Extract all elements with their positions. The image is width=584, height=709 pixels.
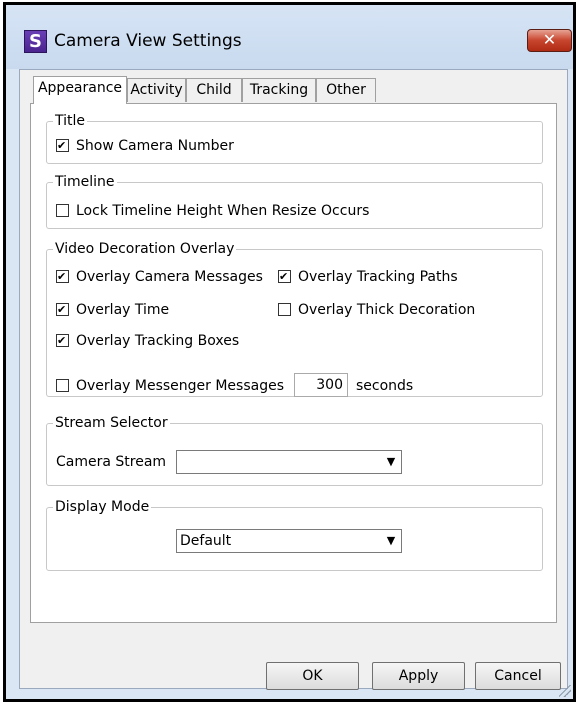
timeline-group: Timeline Lock Timeline Height When Resiz… [46, 173, 543, 229]
dialog-client-area: Appearance Activity Child Tracking Other… [19, 69, 568, 690]
close-button[interactable]: ✕ [527, 29, 572, 52]
overlay-camera-messages-label: Overlay Camera Messages [76, 269, 263, 285]
overlay-tracking-paths-label: Overlay Tracking Paths [298, 269, 458, 285]
checkbox-checked-icon [56, 303, 69, 316]
overlay-thick-decoration-label: Overlay Thick Decoration [298, 302, 476, 318]
checkbox-unchecked-icon [56, 204, 69, 217]
checkbox-unchecked-icon [278, 303, 291, 316]
overlay-camera-messages-checkbox[interactable]: Overlay Camera Messages [56, 268, 263, 286]
window-title: Camera View Settings [54, 31, 242, 51]
video-overlay-group-label: Video Decoration Overlay [53, 240, 237, 258]
overlay-time-checkbox[interactable]: Overlay Time [56, 301, 169, 319]
cancel-button[interactable]: Cancel [475, 662, 561, 690]
camera-stream-label: Camera Stream [56, 454, 167, 470]
display-mode-value: Default [180, 533, 232, 549]
tab-appearance[interactable]: Appearance [33, 76, 127, 104]
chevron-down-icon: ▼ [386, 455, 396, 468]
lock-timeline-checkbox[interactable]: Lock Timeline Height When Resize Occurs [56, 202, 369, 220]
checkbox-checked-icon [56, 139, 69, 152]
lock-timeline-label: Lock Timeline Height When Resize Occurs [76, 203, 370, 219]
tab-child[interactable]: Child [186, 78, 242, 102]
messenger-seconds-input[interactable]: 300 [294, 373, 348, 397]
overlay-time-label: Overlay Time [76, 302, 170, 318]
tab-label: Tracking [249, 82, 309, 98]
seconds-label: seconds [356, 378, 414, 394]
tab-tracking[interactable]: Tracking [242, 78, 316, 102]
overlay-thick-decoration-checkbox[interactable]: Overlay Thick Decoration [278, 301, 475, 319]
overlay-tracking-boxes-checkbox[interactable]: Overlay Tracking Boxes [56, 332, 239, 350]
display-mode-group: Display Mode Default ▼ [46, 498, 543, 571]
tab-label: Other [326, 82, 366, 98]
checkbox-checked-icon [56, 270, 69, 283]
checkbox-unchecked-icon [56, 379, 69, 392]
tab-other[interactable]: Other [316, 78, 376, 102]
display-mode-group-label: Display Mode [53, 498, 152, 516]
stream-selector-group: Stream Selector Camera Stream ▼ [46, 414, 543, 486]
display-mode-select[interactable]: Default ▼ [176, 529, 402, 553]
checkbox-checked-icon [278, 270, 291, 283]
close-icon: ✕ [542, 30, 557, 49]
overlay-messenger-messages-label: Overlay Messenger Messages [76, 378, 285, 394]
tab-label: Child [196, 82, 232, 98]
stream-selector-group-label: Stream Selector [53, 414, 170, 432]
tab-activity[interactable]: Activity [127, 78, 186, 102]
dialog-window: S Camera View Settings ✕ Appearance Acti… [3, 2, 576, 702]
title-bar: S Camera View Settings ✕ [6, 5, 573, 69]
app-icon: S [24, 30, 47, 53]
overlay-messenger-messages-checkbox[interactable]: Overlay Messenger Messages [56, 377, 284, 395]
video-decoration-overlay-group: Video Decoration Overlay Overlay Camera … [46, 240, 543, 397]
tab-label: Appearance [37, 80, 123, 96]
tab-label: Activity [130, 82, 183, 98]
show-camera-number-checkbox[interactable]: Show Camera Number [56, 137, 234, 155]
timeline-group-label: Timeline [53, 173, 117, 191]
chevron-down-icon: ▼ [386, 534, 396, 547]
checkbox-checked-icon [56, 334, 69, 347]
resize-grip-icon[interactable] [559, 685, 571, 697]
ok-button[interactable]: OK [266, 662, 359, 690]
overlay-tracking-paths-checkbox[interactable]: Overlay Tracking Paths [278, 268, 458, 286]
apply-button[interactable]: Apply [372, 662, 465, 690]
overlay-tracking-boxes-label: Overlay Tracking Boxes [76, 333, 240, 349]
title-group-label: Title [53, 112, 88, 130]
appearance-tab-panel: Title Show Camera Number Timeline Lock T… [30, 103, 557, 623]
title-group: Title Show Camera Number [46, 112, 543, 164]
camera-stream-select[interactable]: ▼ [176, 450, 402, 474]
show-camera-number-label: Show Camera Number [76, 138, 234, 154]
